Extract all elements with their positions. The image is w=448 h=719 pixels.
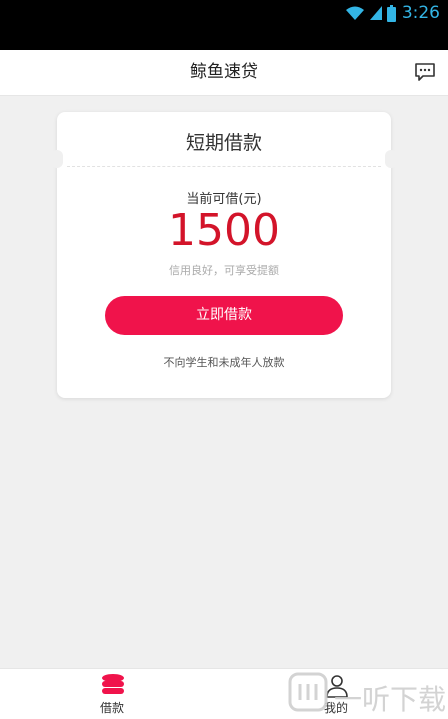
chat-icon[interactable] <box>414 62 436 82</box>
wifi-icon <box>345 5 365 21</box>
page-title: 鲸鱼速贷 <box>190 62 258 82</box>
borrow-now-button[interactable]: 立即借款 <box>105 296 343 335</box>
watermark-text: 一听下载 <box>334 683 447 716</box>
status-icons: 3:26 <box>345 0 448 26</box>
header-bar: 鲸鱼速贷 <box>0 50 448 96</box>
loan-amount: 1500 <box>168 205 280 256</box>
credit-note: 信用良好，可享受提额 <box>169 264 279 277</box>
tab-label: 借款 <box>99 701 124 715</box>
watermark-logo-icon <box>288 672 328 712</box>
coins-icon <box>100 673 126 699</box>
tab-loan[interactable]: 借款 <box>0 669 224 719</box>
card-notch-left <box>51 150 63 168</box>
disclaimer-text: 不向学生和未成年人放款 <box>163 356 285 369</box>
status-bar: 3:26 <box>0 0 448 50</box>
signal-icon <box>369 5 383 21</box>
card-title: 短期借款 <box>185 132 262 154</box>
card-divider <box>67 166 381 167</box>
status-time: 3:26 <box>401 3 440 23</box>
loan-card: 短期借款 当前可借(元) 1500 信用良好，可享受提额 立即借款 不向学生和未… <box>51 112 397 398</box>
card-notch-right <box>385 150 397 168</box>
battery-icon <box>386 4 396 22</box>
watermark: 一听下载 <box>288 672 448 718</box>
